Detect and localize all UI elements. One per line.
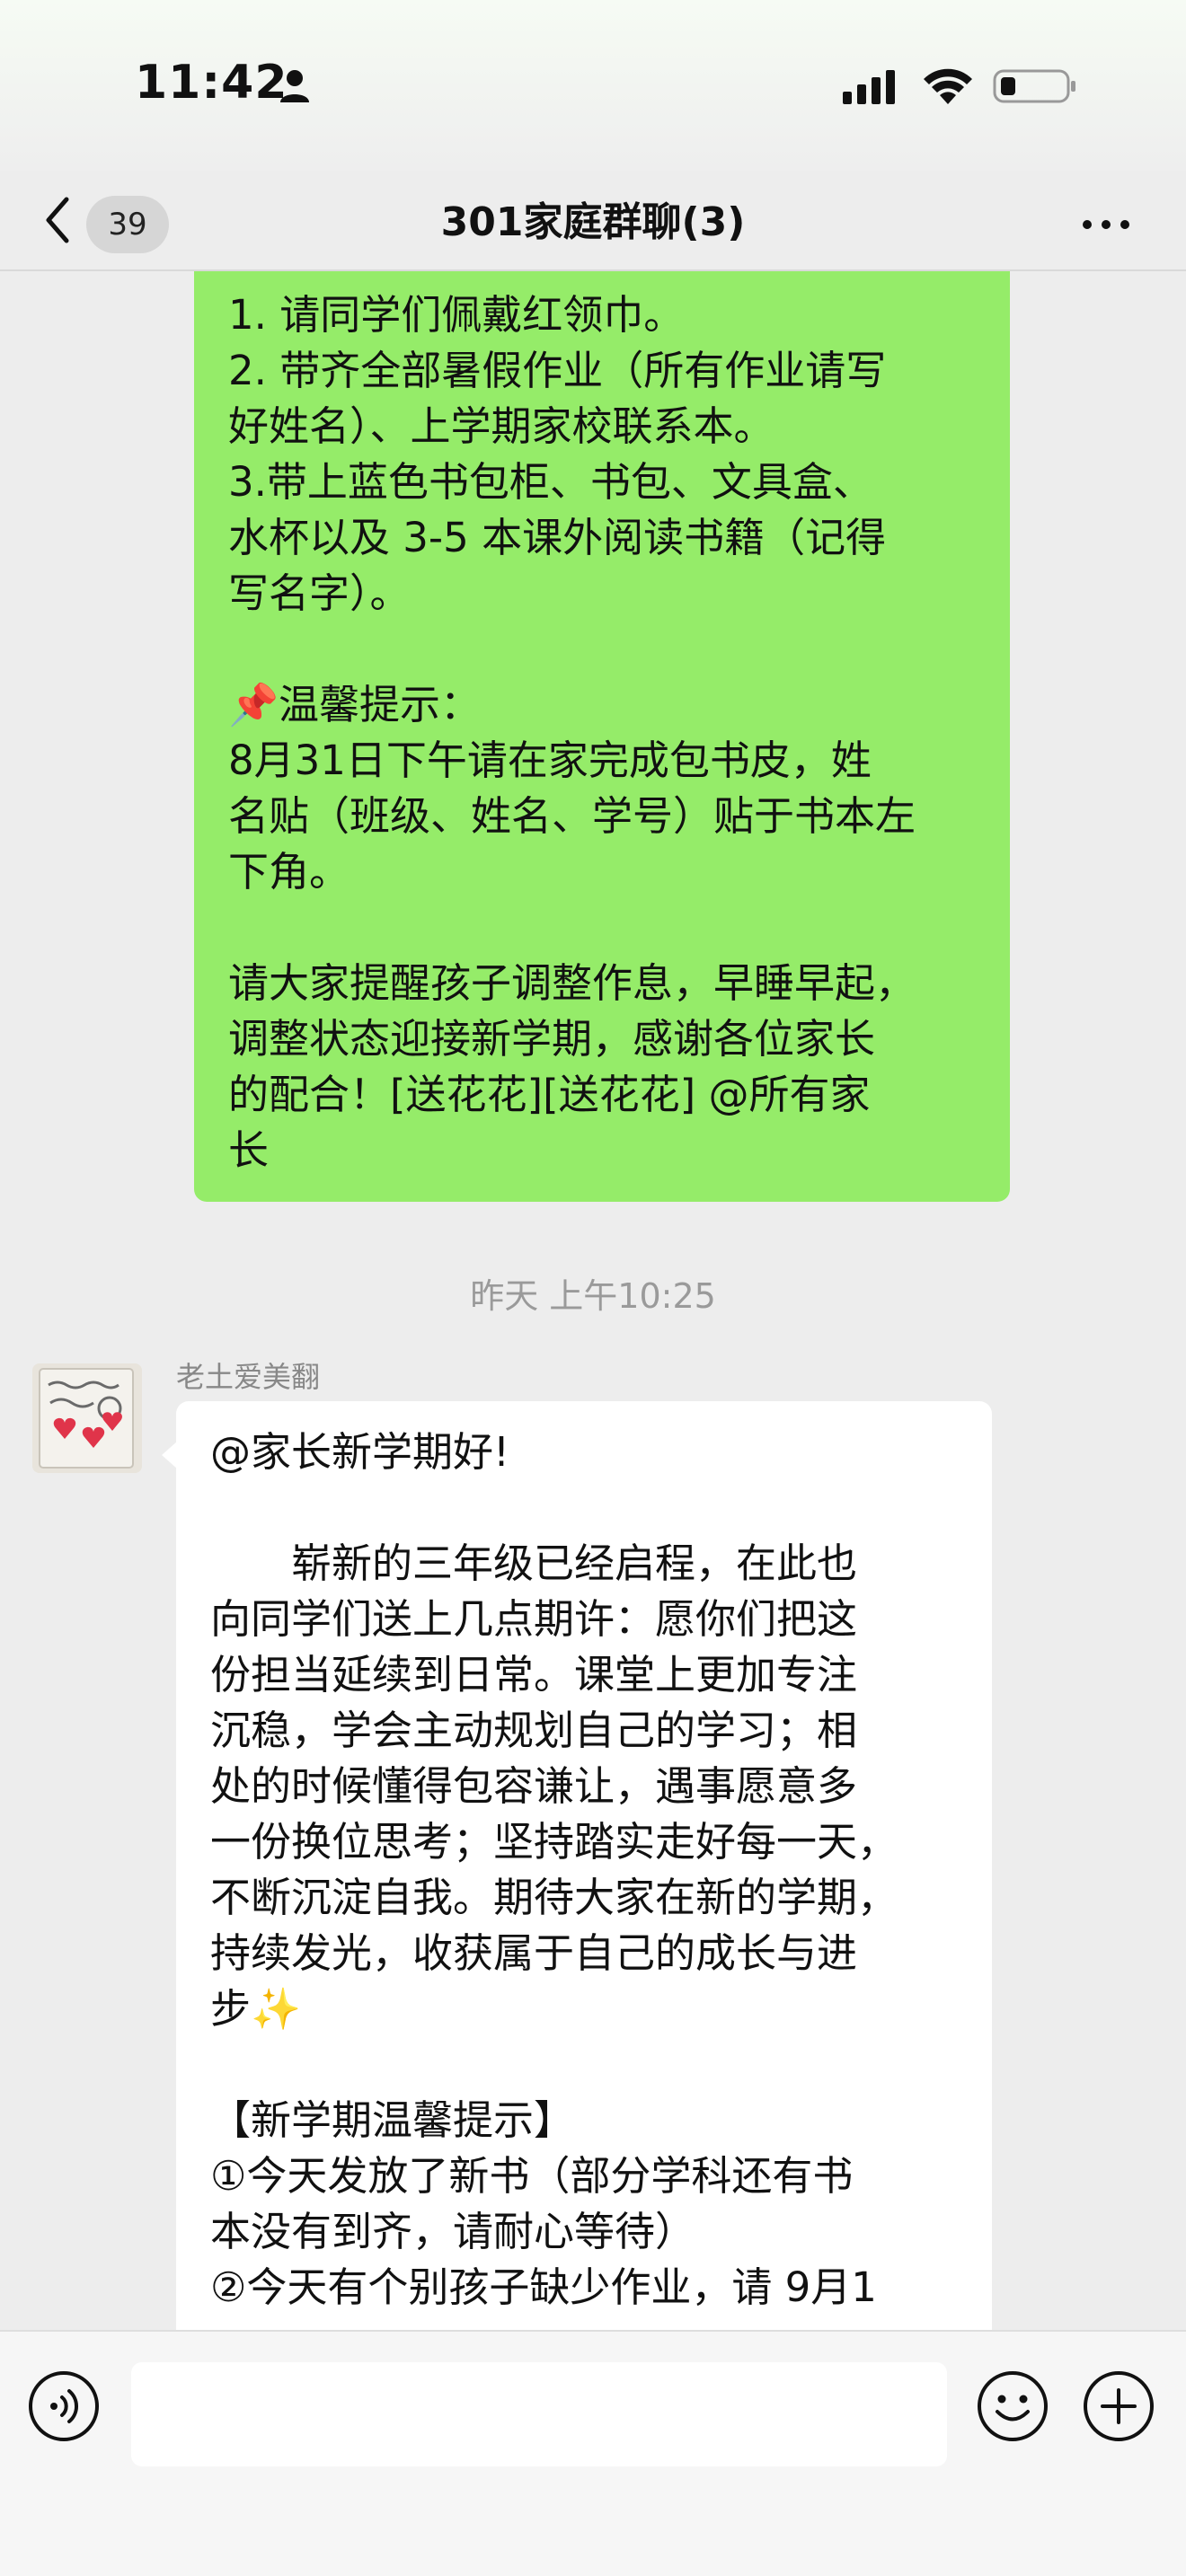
message-line: 2. 带齐全部暑假作业（所有作业请写 (228, 347, 887, 394)
message-line: 调整状态迎接新学期，感谢各位家长 (228, 1015, 876, 1063)
cellular-signal-icon (843, 70, 895, 104)
message-line: 【新学期温馨提示】 (210, 2096, 575, 2144)
chat-header: 39 301家庭群聊(3) (0, 171, 1186, 271)
message-line: 处的时候懂得包容谦让，遇事愿意多 (210, 1762, 858, 1810)
message-line: 写名字）。 (228, 569, 411, 617)
message-bubble-self[interactable]: 1. 请同学们佩戴红领巾。 2. 带齐全部暑假作业（所有作业请写 好姓名）、上学… (194, 271, 1010, 1202)
message-line: 持续发光，收获属于自己的成长与进 (210, 1929, 858, 1977)
message-line: 份担当延续到日常。课堂上更加专注 (210, 1651, 858, 1698)
message-line: ②今天有个别孩子缺少作业，请 9月1 (210, 2263, 877, 2311)
message-line: 本没有到齐，请耐心等待） (210, 2208, 696, 2255)
more-icon[interactable] (1075, 198, 1137, 251)
voice-icon[interactable] (27, 2369, 101, 2443)
status-time: 11:42 (135, 56, 288, 110)
message-line: 3.带上蓝色书包柜、书包、文具盒、 (228, 458, 873, 506)
message-line: 好姓名）、上学期家校联系本。 (228, 402, 774, 450)
chevron-left-icon[interactable] (36, 189, 81, 251)
chat-screen: 11:42 39 301家庭群聊(3) 1. 请同学们佩戴红领巾。 2. 带齐全… (0, 0, 1186, 2576)
plus-icon[interactable] (1082, 2369, 1155, 2443)
status-bar: 11:42 (0, 0, 1186, 171)
message-line: 长 (228, 1126, 270, 1174)
message-line: 向同学们送上几点期许：愿你们把这 (210, 1595, 858, 1643)
message-line: 8月31日下午请在家完成包书皮，姓 (228, 737, 872, 784)
message-list[interactable]: 1. 请同学们佩戴红领巾。 2. 带齐全部暑假作业（所有作业请写 好姓名）、上学… (0, 271, 1186, 2330)
message-line: 1. 请同学们佩戴红领巾。 (228, 291, 685, 339)
message-line: 不断沉淀自我。期待大家在新的学期， (210, 1874, 898, 1921)
message-line: 水杯以及 3-5 本课外阅读书籍（记得 (228, 514, 887, 561)
message-line: 请大家提醒孩子调整作息，早睡早起， (228, 959, 916, 1007)
unread-count-badge[interactable]: 39 (86, 196, 169, 253)
message-line: 名贴（班级、姓名、学号）贴于书本左 (228, 792, 916, 840)
input-bar (0, 2330, 1186, 2576)
message-line: 的配合！[送花花][送花花] @所有家 (228, 1071, 871, 1118)
wifi-icon (924, 68, 972, 104)
sender-name: 老土爱美翻 (176, 1360, 321, 1394)
message-input[interactable] (131, 2362, 947, 2466)
message-line: 一份换位思考；坚持踏实走好每一天， (210, 1818, 898, 1866)
battery-icon (993, 69, 1075, 103)
message-line: 下角。 (228, 848, 350, 895)
chat-title: 301家庭群聊(3) (440, 199, 746, 245)
message-line: 📌温馨提示： (228, 681, 482, 728)
message-line: @家长新学期好! (210, 1428, 510, 1476)
avatar[interactable] (32, 1363, 142, 1473)
message-line: 崭新的三年级已经启程，在此也 (291, 1539, 858, 1587)
emoji-icon[interactable] (976, 2369, 1049, 2443)
person-icon (280, 70, 309, 102)
avatar-image (32, 1363, 142, 1473)
time-divider: 昨天 上午10:25 (470, 1276, 716, 1316)
message-line: 沉稳，学会主动规划自己的学习；相 (210, 1707, 858, 1754)
message-bubble-other[interactable]: @家长新学期好! 崭新的三年级已经启程，在此也 向同学们送上几点期许：愿你们把这… (162, 1401, 992, 2330)
message-line: ①今天发放了新书（部分学科还有书 (210, 2152, 854, 2200)
message-line: 步✨ (210, 1985, 302, 2033)
